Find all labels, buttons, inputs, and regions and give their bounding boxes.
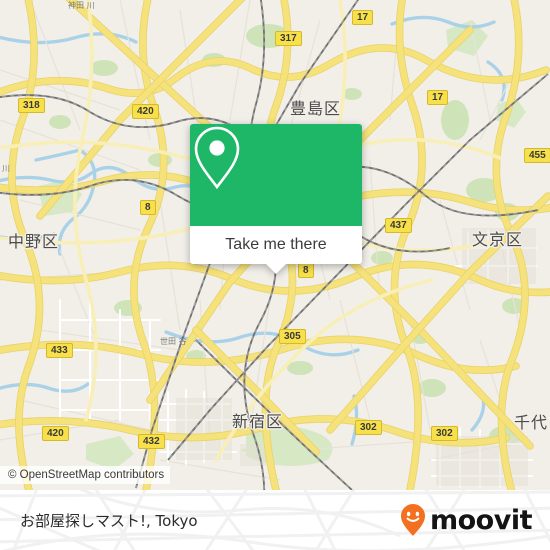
road-shield-302-mid[interactable]: 302 xyxy=(355,420,382,435)
callout-tail xyxy=(266,264,286,274)
map-label-setagaya: 世田 谷 xyxy=(160,337,187,346)
footer-bar: お部屋探しマスト!, Tokyo moovit xyxy=(0,490,550,550)
moovit-logo[interactable]: moovit xyxy=(400,503,533,537)
callout-pin-area xyxy=(190,124,362,226)
map-label-river-left: 川 xyxy=(2,164,10,173)
map-label-nakano-ku: 中野区 xyxy=(8,232,60,251)
road-shield-420-bottom[interactable]: 420 xyxy=(42,426,69,441)
map-label-shinjuku-ku: 新宿区 xyxy=(232,412,284,431)
map-label-toshima-ku: 豊島区 xyxy=(290,99,342,118)
map-label-bunkyo-ku: 文京区 xyxy=(472,230,524,249)
road-shield-17-right[interactable]: 17 xyxy=(427,90,449,105)
map-label-kanda-river-top: 神田 川 xyxy=(68,1,95,10)
take-me-there-button[interactable]: Take me there xyxy=(190,226,362,274)
road-shield-318[interactable]: 318 xyxy=(18,98,45,113)
moovit-pin-icon xyxy=(401,504,425,536)
road-shield-437[interactable]: 437 xyxy=(385,218,412,233)
attribution-text: © OpenStreetMap contributors xyxy=(8,469,165,481)
road-shield-305[interactable]: 305 xyxy=(279,329,306,344)
map-attribution[interactable]: © OpenStreetMap contributors xyxy=(0,466,171,484)
footer-content: お部屋探しマスト!, Tokyo moovit xyxy=(0,490,550,550)
take-me-there-label: Take me there xyxy=(225,236,327,253)
page-title: お部屋探しマスト!, Tokyo xyxy=(20,511,198,530)
road-shield-302-right[interactable]: 302 xyxy=(431,426,458,441)
road-shield-432[interactable]: 432 xyxy=(138,434,165,449)
road-shield-8[interactable]: 8 xyxy=(140,200,156,215)
station-callout-card[interactable]: Take me there xyxy=(190,124,362,274)
road-shield-317[interactable]: 317 xyxy=(275,31,302,46)
location-pin-icon xyxy=(194,126,240,190)
moovit-station-page: .mj { fill:none; stroke:#f6e27a; stroke-… xyxy=(0,0,550,550)
moovit-wordmark: moovit xyxy=(430,504,533,536)
map-canvas[interactable]: .mj { fill:none; stroke:#f6e27a; stroke-… xyxy=(0,0,550,490)
road-shield-17-top[interactable]: 17 xyxy=(352,10,374,25)
road-shield-420-top[interactable]: 420 xyxy=(132,104,159,119)
map-label-chiyoda-ku: 千代 xyxy=(514,413,549,432)
road-shield-8-near-card[interactable]: 8 xyxy=(298,263,314,278)
road-shield-433[interactable]: 433 xyxy=(46,343,73,358)
road-shield-455[interactable]: 455 xyxy=(524,148,550,163)
